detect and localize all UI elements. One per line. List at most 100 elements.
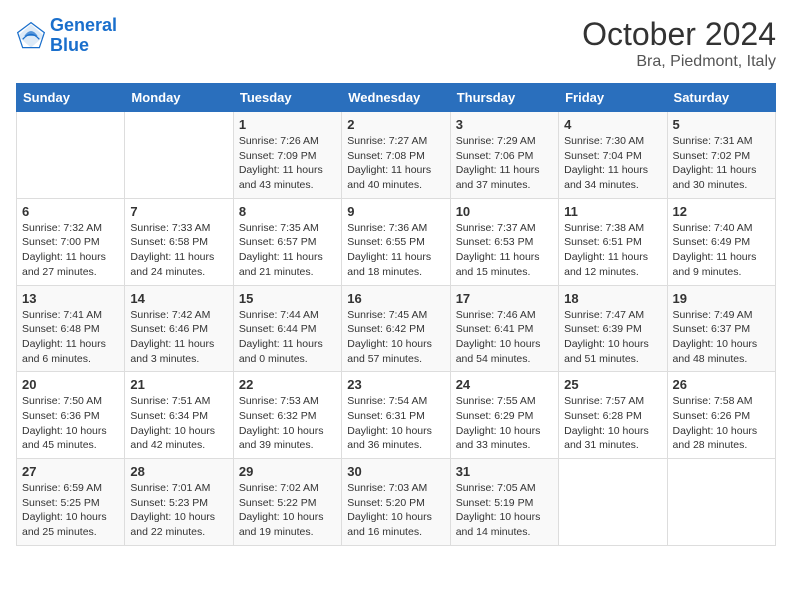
logo-text: General Blue [50,16,117,56]
location: Bra, Piedmont, Italy [582,53,776,71]
table-row: 16 Sunrise: 7:45 AM Sunset: 6:42 PM Dayli… [342,285,450,372]
cell-content: Sunrise: 7:47 AM Sunset: 6:39 PM Dayligh… [564,308,661,367]
day-number: 6 [22,204,119,219]
table-row: 30Sunrise: 7:03 AM Sunset: 5:20 PM Dayli… [342,459,450,546]
day-number: 4 [564,117,661,132]
table-row: 15 Sunrise: 7:44 AM Sunset: 6:44 PM Dayli… [233,285,341,372]
cell-content: Sunrise: 7:36 AM Sunset: 6:55 PM Dayligh… [347,221,444,280]
logo-line1: General [50,15,117,35]
cell-content: Sunrise: 7:45 AM Sunset: 6:42 PM Dayligh… [347,308,444,367]
day-number: 30 [347,464,444,479]
day-number: 1 [239,117,336,132]
cell-content: Sunrise: 7:40 AM Sunset: 6:49 PM Dayligh… [673,221,770,280]
day-number: 2 [347,117,444,132]
table-row: 20 Sunrise: 7:50 AM Sunset: 6:36 PM Dayli… [17,372,125,459]
month-title: October 2024 [582,16,776,53]
logo-line2: Blue [50,35,89,55]
cell-content: Sunrise: 7:42 AM Sunset: 6:46 PM Dayligh… [130,308,227,367]
table-row: 28Sunrise: 7:01 AM Sunset: 5:23 PM Dayli… [125,459,233,546]
cell-content: Sunrise: 7:53 AM Sunset: 6:32 PM Dayligh… [239,394,336,453]
day-number: 25 [564,377,661,392]
day-number: 17 [456,291,553,306]
cell-content: Sunrise: 7:41 AM Sunset: 6:48 PM Dayligh… [22,308,119,367]
calendar-header-row: Sunday Monday Tuesday Wednesday Thursday… [17,84,776,112]
day-number: 15 [239,291,336,306]
table-row [559,459,667,546]
logo-icon [16,21,46,51]
table-row: 6 Sunrise: 7:32 AM Sunset: 7:00 PM Daylig… [17,198,125,285]
cell-content: Sunrise: 7:57 AM Sunset: 6:28 PM Dayligh… [564,394,661,453]
cell-content: Sunrise: 7:33 AM Sunset: 6:58 PM Dayligh… [130,221,227,280]
day-number: 29 [239,464,336,479]
table-row: 10Sunrise: 7:37 AM Sunset: 6:53 PM Dayli… [450,198,558,285]
cell-content: Sunrise: 7:38 AM Sunset: 6:51 PM Dayligh… [564,221,661,280]
table-row: 11 Sunrise: 7:38 AM Sunset: 6:51 PM Dayli… [559,198,667,285]
table-row: 26 Sunrise: 7:58 AM Sunset: 6:26 PM Dayli… [667,372,775,459]
cell-content: Sunrise: 7:51 AM Sunset: 6:34 PM Dayligh… [130,394,227,453]
table-row: 4Sunrise: 7:30 AM Sunset: 7:04 PM Daylig… [559,112,667,199]
day-number: 13 [22,291,119,306]
page-header: General Blue October 2024 Bra, Piedmont,… [16,16,776,71]
cell-content: Sunrise: 7:44 AM Sunset: 6:44 PM Dayligh… [239,308,336,367]
day-number: 11 [564,204,661,219]
table-row: 22Sunrise: 7:53 AM Sunset: 6:32 PM Dayli… [233,372,341,459]
table-row: 14 Sunrise: 7:42 AM Sunset: 6:46 PM Dayli… [125,285,233,372]
cell-content: Sunrise: 7:26 AM Sunset: 7:09 PM Dayligh… [239,134,336,193]
table-row: 13 Sunrise: 7:41 AM Sunset: 6:48 PM Dayli… [17,285,125,372]
table-row: 27Sunrise: 6:59 AM Sunset: 5:25 PM Dayli… [17,459,125,546]
table-row [667,459,775,546]
day-number: 5 [673,117,770,132]
table-row: 19Sunrise: 7:49 AM Sunset: 6:37 PM Dayli… [667,285,775,372]
day-number: 24 [456,377,553,392]
table-row: 18 Sunrise: 7:47 AM Sunset: 6:39 PM Dayli… [559,285,667,372]
cell-content: Sunrise: 7:27 AM Sunset: 7:08 PM Dayligh… [347,134,444,193]
col-tuesday: Tuesday [233,84,341,112]
calendar-week-row: 20 Sunrise: 7:50 AM Sunset: 6:36 PM Dayli… [17,372,776,459]
cell-content: Sunrise: 7:05 AM Sunset: 5:19 PM Dayligh… [456,481,553,540]
table-row [17,112,125,199]
calendar-week-row: 13 Sunrise: 7:41 AM Sunset: 6:48 PM Dayli… [17,285,776,372]
col-monday: Monday [125,84,233,112]
table-row: 31Sunrise: 7:05 AM Sunset: 5:19 PM Dayli… [450,459,558,546]
table-row: 9 Sunrise: 7:36 AM Sunset: 6:55 PM Daylig… [342,198,450,285]
day-number: 20 [22,377,119,392]
day-number: 21 [130,377,227,392]
cell-content: Sunrise: 7:01 AM Sunset: 5:23 PM Dayligh… [130,481,227,540]
cell-content: Sunrise: 7:29 AM Sunset: 7:06 PM Dayligh… [456,134,553,193]
title-block: October 2024 Bra, Piedmont, Italy [582,16,776,71]
calendar-table: Sunday Monday Tuesday Wednesday Thursday… [16,83,776,546]
day-number: 3 [456,117,553,132]
cell-content: Sunrise: 7:50 AM Sunset: 6:36 PM Dayligh… [22,394,119,453]
table-row: 17 Sunrise: 7:46 AM Sunset: 6:41 PM Dayli… [450,285,558,372]
cell-content: Sunrise: 7:46 AM Sunset: 6:41 PM Dayligh… [456,308,553,367]
cell-content: Sunrise: 7:35 AM Sunset: 6:57 PM Dayligh… [239,221,336,280]
table-row: 23Sunrise: 7:54 AM Sunset: 6:31 PM Dayli… [342,372,450,459]
table-row: 25 Sunrise: 7:57 AM Sunset: 6:28 PM Dayli… [559,372,667,459]
day-number: 10 [456,204,553,219]
day-number: 16 [347,291,444,306]
table-row: 7Sunrise: 7:33 AM Sunset: 6:58 PM Daylig… [125,198,233,285]
cell-content: Sunrise: 7:54 AM Sunset: 6:31 PM Dayligh… [347,394,444,453]
cell-content: Sunrise: 7:02 AM Sunset: 5:22 PM Dayligh… [239,481,336,540]
day-number: 9 [347,204,444,219]
table-row: 21 Sunrise: 7:51 AM Sunset: 6:34 PM Dayli… [125,372,233,459]
day-number: 26 [673,377,770,392]
calendar-week-row: 1 Sunrise: 7:26 AM Sunset: 7:09 PM Daylig… [17,112,776,199]
table-row: 5 Sunrise: 7:31 AM Sunset: 7:02 PM Daylig… [667,112,775,199]
cell-content: Sunrise: 7:32 AM Sunset: 7:00 PM Dayligh… [22,221,119,280]
day-number: 12 [673,204,770,219]
logo: General Blue [16,16,117,56]
col-saturday: Saturday [667,84,775,112]
cell-content: Sunrise: 7:31 AM Sunset: 7:02 PM Dayligh… [673,134,770,193]
cell-content: Sunrise: 7:49 AM Sunset: 6:37 PM Dayligh… [673,308,770,367]
day-number: 14 [130,291,227,306]
table-row: 1 Sunrise: 7:26 AM Sunset: 7:09 PM Daylig… [233,112,341,199]
col-friday: Friday [559,84,667,112]
col-thursday: Thursday [450,84,558,112]
day-number: 18 [564,291,661,306]
cell-content: Sunrise: 6:59 AM Sunset: 5:25 PM Dayligh… [22,481,119,540]
cell-content: Sunrise: 7:58 AM Sunset: 6:26 PM Dayligh… [673,394,770,453]
col-sunday: Sunday [17,84,125,112]
calendar-week-row: 6 Sunrise: 7:32 AM Sunset: 7:00 PM Daylig… [17,198,776,285]
cell-content: Sunrise: 7:55 AM Sunset: 6:29 PM Dayligh… [456,394,553,453]
